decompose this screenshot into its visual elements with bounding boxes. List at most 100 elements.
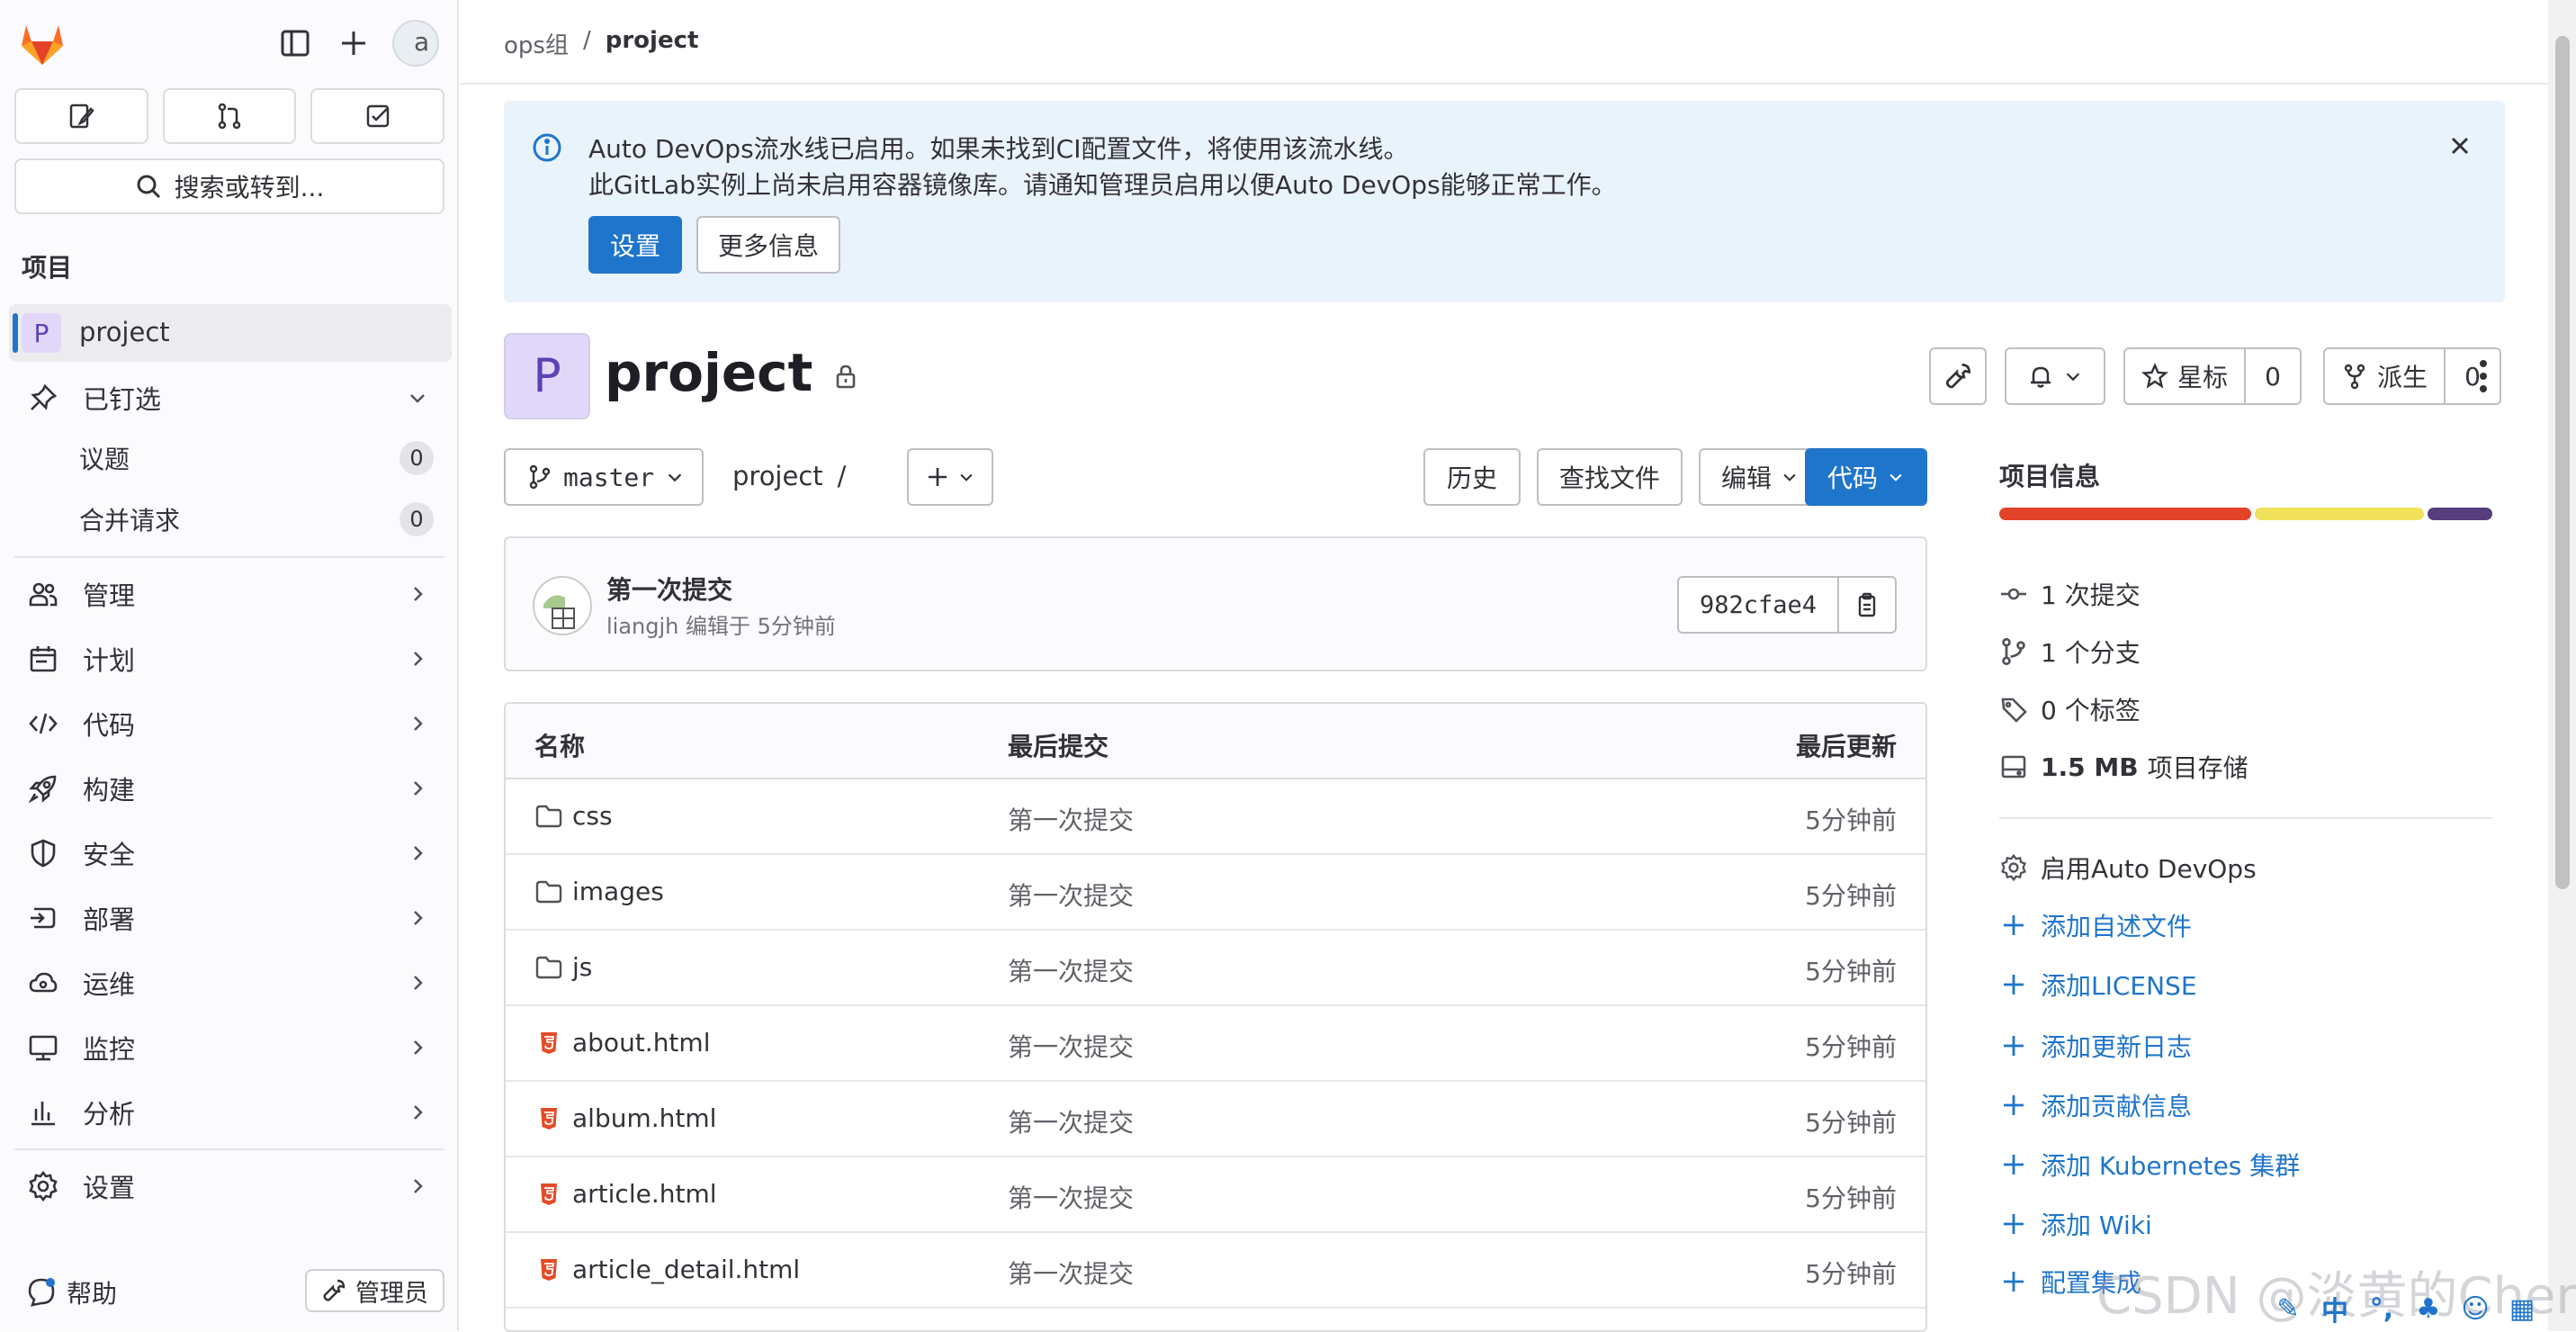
sidebar-item-operate[interactable]: 运维 xyxy=(14,954,444,1012)
file-last-commit-link[interactable]: 第一次提交 xyxy=(1008,1255,1134,1291)
path-root-link[interactable]: project xyxy=(732,461,823,491)
table-row[interactable]: about.html 第一次提交 5分钟前 xyxy=(506,1006,1925,1082)
help-button[interactable]: 帮助 xyxy=(25,1274,117,1310)
ime-grid-icon[interactable]: ▦ xyxy=(2505,1292,2539,1326)
alert-more-info-button[interactable]: 更多信息 xyxy=(696,216,840,274)
file-last-commit-link[interactable]: 第一次提交 xyxy=(1008,952,1134,988)
sidebar-item-plan[interactable]: 计划 xyxy=(14,630,444,688)
breadcrumb-current[interactable]: project xyxy=(606,27,699,60)
admin-button[interactable]: 管理员 xyxy=(305,1269,444,1312)
close-icon[interactable] xyxy=(2446,131,2474,160)
ime-emoji-icon[interactable]: ☺ xyxy=(2458,1292,2492,1326)
star-button-group[interactable]: 星标 0 xyxy=(2123,347,2302,405)
file-name-link[interactable]: article.html xyxy=(534,1179,717,1209)
breadcrumb-group-link[interactable]: ops组 xyxy=(504,27,569,60)
copy-sha-button[interactable] xyxy=(1839,578,1895,632)
tags-stat[interactable]: 0 个标签 xyxy=(1999,691,2141,727)
file-name-link[interactable]: css xyxy=(534,801,613,831)
plus-icon[interactable] xyxy=(336,25,372,61)
file-last-commit-link[interactable]: 第一次提交 xyxy=(1008,1103,1134,1139)
todos-button[interactable] xyxy=(310,88,445,144)
page-scrollbar[interactable] xyxy=(2548,0,2576,1331)
scrollbar-thumb[interactable] xyxy=(2555,36,2570,889)
auto-devops-link[interactable]: 启用Auto DevOps xyxy=(1999,850,2257,886)
file-name-link[interactable]: js xyxy=(534,952,592,982)
merge-requests-button[interactable] xyxy=(162,88,297,144)
language-segment[interactable] xyxy=(1999,508,2251,520)
file-last-commit-link[interactable]: 第一次提交 xyxy=(1008,801,1134,837)
breadcrumb: ops组 / project xyxy=(504,27,698,60)
table-row[interactable]: article.html 第一次提交 5分钟前 xyxy=(506,1157,1925,1233)
file-name-link[interactable]: article_detail.html xyxy=(534,1255,800,1284)
sidebar-item-settings[interactable]: 设置 xyxy=(14,1157,444,1215)
search-button[interactable]: 搜索或转到... xyxy=(14,158,444,214)
table-row[interactable]: images 第一次提交 5分钟前 xyxy=(506,855,1925,931)
star-count[interactable]: 0 xyxy=(2246,349,2300,403)
sidebar-item-build[interactable]: 构建 xyxy=(14,760,444,817)
find-file-button[interactable]: 查找文件 xyxy=(1537,448,1683,506)
sidebar-item-code[interactable]: 代码 xyxy=(14,695,444,752)
issues-button[interactable] xyxy=(14,88,148,144)
file-last-commit-link[interactable]: 第一次提交 xyxy=(1008,877,1134,913)
admin-settings-button[interactable] xyxy=(1929,347,1987,405)
info-action-link[interactable]: 配置集成 xyxy=(1999,1264,2141,1300)
sidebar-item-label: 计划 xyxy=(83,645,136,676)
table-row[interactable]: css 第一次提交 5分钟前 xyxy=(506,779,1925,855)
sidebar-item-issues[interactable]: 议题 0 xyxy=(14,430,444,486)
sidebar-item-manage[interactable]: 管理 xyxy=(14,565,444,623)
branches-stat[interactable]: 1 个分支 xyxy=(1999,634,2141,670)
info-action-label: 添加贡献信息 xyxy=(2041,1092,2193,1121)
ime-skin-icon[interactable]: ♣ xyxy=(2411,1292,2446,1326)
star-button[interactable]: 星标 xyxy=(2125,349,2247,403)
table-row[interactable]: album.html 第一次提交 5分钟前 xyxy=(506,1082,1925,1157)
info-action-link[interactable]: 添加 Kubernetes 集群 xyxy=(1999,1147,2300,1183)
file-last-update: 5分钟前 xyxy=(1805,1259,1897,1289)
file-last-commit-link[interactable]: 第一次提交 xyxy=(1008,1179,1134,1215)
sidebar-toggle-icon[interactable] xyxy=(277,25,313,61)
gitlab-logo-icon[interactable] xyxy=(16,18,68,70)
sidebar-item-pinned[interactable]: 已钉选 xyxy=(14,369,444,427)
info-action-link[interactable]: 添加 Wiki xyxy=(1999,1206,2152,1242)
last-commit-card: 第一次提交 liangjh 编辑于 5分钟前 982cfae4 xyxy=(504,536,1927,671)
edit-label: 编辑 xyxy=(1720,464,1772,493)
notification-dropdown[interactable] xyxy=(2005,347,2105,405)
commits-stat[interactable]: 1 次提交 xyxy=(1999,576,2141,612)
commit-title-link[interactable]: 第一次提交 xyxy=(606,571,732,607)
sidebar-item-merge-requests[interactable]: 合并请求 0 xyxy=(14,491,444,547)
sidebar-project-item[interactable]: P project xyxy=(9,304,452,362)
ime-chinese-mode[interactable]: 中 xyxy=(2318,1292,2352,1328)
table-row[interactable]: article_detail.html 第一次提交 5分钟前 xyxy=(506,1233,1925,1309)
commit-author-avatar[interactable] xyxy=(533,576,592,635)
sidebar-item-analyze[interactable]: 分析 xyxy=(14,1084,444,1141)
language-segment[interactable] xyxy=(2428,508,2492,520)
file-name-link[interactable]: about.html xyxy=(534,1028,710,1058)
sidebar-item-monitor[interactable]: 监控 xyxy=(14,1019,444,1076)
user-avatar[interactable]: a xyxy=(392,20,439,67)
edit-dropdown[interactable]: 编辑 xyxy=(1699,448,1821,506)
storage-stat[interactable]: 1.5 MB 项目存储 xyxy=(1999,749,2248,785)
language-segment[interactable] xyxy=(2255,508,2424,520)
info-action-link[interactable]: 添加贡献信息 xyxy=(1999,1087,2192,1123)
branch-selector[interactable]: master xyxy=(504,448,704,506)
table-row[interactable]: js 第一次提交 5分钟前 xyxy=(506,931,1925,1006)
file-last-commit-link[interactable]: 第一次提交 xyxy=(1008,1028,1134,1064)
history-button[interactable]: 历史 xyxy=(1423,448,1521,506)
fork-button[interactable]: 派生 xyxy=(2325,349,2446,403)
info-action-link[interactable]: 添加更新日志 xyxy=(1999,1028,2192,1064)
info-action-link[interactable]: 添加自述文件 xyxy=(1999,907,2192,943)
ime-logo-icon[interactable]: ✎ xyxy=(2271,1292,2305,1326)
ime-punctuation-icon[interactable]: °, xyxy=(2365,1292,2399,1326)
sidebar-item-secure[interactable]: 安全 xyxy=(14,824,444,882)
file-name-link[interactable]: album.html xyxy=(534,1103,716,1133)
more-actions-icon[interactable] xyxy=(2465,355,2501,398)
alert-settings-button[interactable]: 设置 xyxy=(588,216,682,274)
file-name-link[interactable]: images xyxy=(534,877,664,906)
auto-devops-alert: Auto DevOps流水线已启用。如果未找到CI配置文件，将使用该流水线。 此… xyxy=(504,101,2505,302)
add-file-dropdown[interactable] xyxy=(907,448,993,506)
sidebar-item-label: 分析 xyxy=(83,1099,136,1130)
info-action-link[interactable]: 添加LICENSE xyxy=(1999,967,2197,1003)
commit-sha[interactable]: 982cfae4 xyxy=(1679,578,1839,632)
sidebar-item-deploy[interactable]: 部署 xyxy=(14,889,444,947)
language-bar[interactable] xyxy=(1999,508,2492,520)
code-dropdown[interactable]: 代码 xyxy=(1805,448,1927,506)
